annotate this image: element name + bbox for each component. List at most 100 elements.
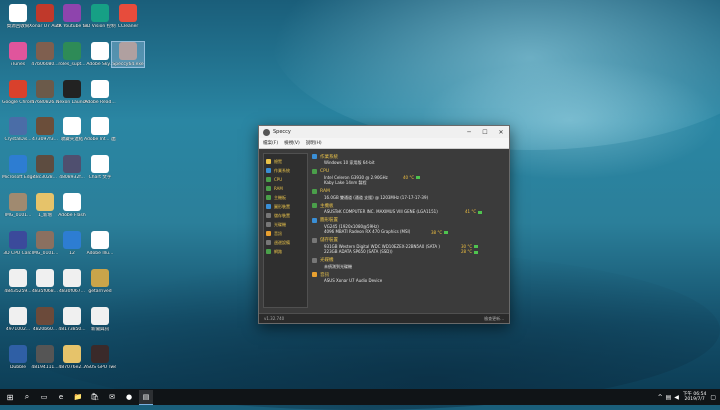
- sidebar-item[interactable]: 總覽: [264, 157, 307, 166]
- edge-icon[interactable]: e: [54, 390, 68, 404]
- app-icon: [119, 4, 137, 22]
- section-detail: ASUS Xonar U7 Audio Device: [324, 278, 383, 283]
- app-icon: [91, 80, 109, 98]
- close-button[interactable]: ✕: [493, 126, 509, 138]
- category-icon: [266, 222, 271, 227]
- sidebar-item[interactable]: 網路: [264, 247, 307, 256]
- status-bar: v1.32.740 檢查更新...: [259, 313, 509, 323]
- clock[interactable]: 下午 06:54 2019/7/7: [683, 392, 706, 403]
- sidebar-item-label: 總覽: [274, 158, 282, 164]
- menu-help[interactable]: 說明(H): [306, 140, 322, 146]
- desktop-icon-label: ASUS GPU Tweak II: [84, 365, 116, 370]
- desktop-icon[interactable]: Speccy64.exe: [111, 41, 145, 68]
- app-icon: [91, 345, 109, 363]
- desktop-icon[interactable]: getarrived: [84, 269, 116, 294]
- maximize-button[interactable]: ☐: [477, 126, 493, 138]
- sidebar: 總覽作業系統 CPU RAM 主機板 圖形裝置儲存裝置 光碟機音訊 週邊設備 網路: [263, 153, 308, 308]
- app-icon: [91, 269, 109, 287]
- chrome-icon[interactable]: ●: [122, 390, 136, 404]
- sidebar-item[interactable]: RAM: [264, 184, 307, 193]
- desktop-icon[interactable]: Adobe Illu...: [84, 231, 116, 256]
- speccy-app-icon: [263, 128, 270, 136]
- menu-file[interactable]: 檔案(F): [263, 140, 278, 146]
- temperature-readout: 41 °C: [465, 209, 483, 214]
- sidebar-item[interactable]: 圖形裝置: [264, 202, 307, 211]
- desktop-icon[interactable]: ASUS GPU Tweak II: [84, 345, 116, 370]
- desktop-icon[interactable]: Adobe Flash: [56, 193, 88, 218]
- category-icon: [266, 195, 271, 200]
- start-button[interactable]: ⊞: [3, 390, 17, 404]
- menu-bar: 檔案(F) 檢視(V) 說明(H): [259, 138, 509, 149]
- app-icon: [9, 80, 27, 98]
- section-header: 音訊: [309, 271, 505, 278]
- app-icon: [36, 307, 54, 325]
- minimize-button[interactable]: ─: [461, 126, 477, 138]
- sidebar-item-label: 圖形裝置: [274, 203, 290, 209]
- category-icon: [266, 159, 271, 164]
- app-icon: [63, 155, 81, 173]
- network-icon[interactable]: ▤: [666, 394, 672, 401]
- section-title: 作業系統: [320, 154, 338, 160]
- section-icon: [312, 272, 317, 277]
- task-view-icon[interactable]: ▭: [37, 390, 51, 404]
- speccy-window[interactable]: Speccy ─ ☐ ✕ 檔案(F) 檢視(V) 說明(H) 總覽 作業系統 CPU…: [258, 125, 510, 324]
- section-title: 音訊: [320, 272, 329, 278]
- system-tray: ^ ▤ ◀ 下午 06:54 2019/7/7 ▢: [658, 389, 716, 405]
- tray-arrow-icon[interactable]: ^: [658, 394, 663, 401]
- section-icon: [312, 203, 317, 208]
- sidebar-item[interactable]: 儲存裝置: [264, 211, 307, 220]
- category-icon: [266, 204, 271, 209]
- summary-section: RAM 16.0GB 雙通道 (通道 支援) @ 1203MHz (17-17-1…: [309, 188, 505, 201]
- app-icon: [63, 4, 81, 22]
- store-icon[interactable]: 🛍: [88, 390, 102, 404]
- section-title: 圖形裝置: [320, 218, 338, 223]
- sidebar-item[interactable]: CPU: [264, 175, 307, 184]
- desktop-icon[interactable]: 新聞與訊: [84, 307, 116, 332]
- section-detail: Windows 10 家用版 64-bit: [324, 160, 375, 165]
- sidebar-item[interactable]: 光碟機: [264, 220, 307, 229]
- mail-icon[interactable]: ✉: [105, 390, 119, 404]
- sidebar-item-label: 光碟機: [274, 221, 286, 227]
- notifications-icon[interactable]: ▢: [710, 394, 716, 401]
- section-detail: 未偵測到光碟機: [324, 263, 352, 269]
- section-header: 儲存裝置: [309, 237, 505, 244]
- check-updates-link[interactable]: 檢查更新...: [484, 316, 504, 322]
- desktop-icon[interactable]: CCleaner: [112, 4, 144, 29]
- sidebar-item[interactable]: 作業系統: [264, 166, 307, 175]
- app-icon: [91, 117, 109, 135]
- desktop-icon-label: Chart 文字: [88, 175, 112, 180]
- summary-panel: 作業系統 Windows 10 家用版 64-bit CPU Intel Celero…: [309, 153, 505, 313]
- sidebar-item[interactable]: 週邊設備: [264, 238, 307, 247]
- category-icon: [266, 177, 271, 182]
- app-icon: [91, 307, 109, 325]
- desktop-icon[interactable]: Chart 文字: [84, 155, 116, 180]
- search-icon[interactable]: ⌕: [20, 390, 34, 404]
- section-title: RAM: [320, 188, 330, 194]
- sidebar-item[interactable]: 音訊: [264, 229, 307, 238]
- title-bar[interactable]: Speccy ─ ☐ ✕: [259, 126, 509, 138]
- desktop-icon[interactable]: Adobe Inf... 連結: [84, 117, 116, 142]
- menu-view[interactable]: 檢視(V): [284, 140, 300, 146]
- app-icon: [36, 42, 54, 60]
- summary-section: 光碟機 未偵測到光碟機: [309, 257, 505, 270]
- desktop-icon[interactable]: Adobe Read...: [84, 80, 116, 105]
- app-icon: [36, 193, 54, 211]
- temperature-value: 30 °C: [461, 243, 473, 249]
- app-icon: [119, 42, 137, 60]
- category-icon: [266, 249, 271, 254]
- desktop-icon-label: Speccy64.exe: [112, 62, 144, 67]
- section-detail: Kaby Lake 14nm 製程: [324, 180, 367, 185]
- section-header: 光碟機: [309, 257, 505, 264]
- desktop-icon-label: 新聞與訊: [91, 327, 109, 332]
- section-title: CPU: [320, 168, 330, 174]
- file-explorer-icon[interactable]: 📁: [71, 390, 85, 404]
- app-icon: [36, 231, 54, 249]
- section-detail: 16.0GB 雙通道 (通道 支援) @ 1203MHz (17-17-17-3…: [324, 194, 429, 200]
- volume-icon[interactable]: ◀: [674, 394, 679, 401]
- sidebar-item[interactable]: 主機板: [264, 193, 307, 202]
- temperature-indicator-icon: [444, 231, 449, 234]
- speccy-taskbar-icon[interactable]: ▤: [139, 389, 153, 405]
- app-icon: [9, 193, 27, 211]
- section-title: 光碟機: [320, 258, 334, 263]
- app-icon: [91, 155, 109, 173]
